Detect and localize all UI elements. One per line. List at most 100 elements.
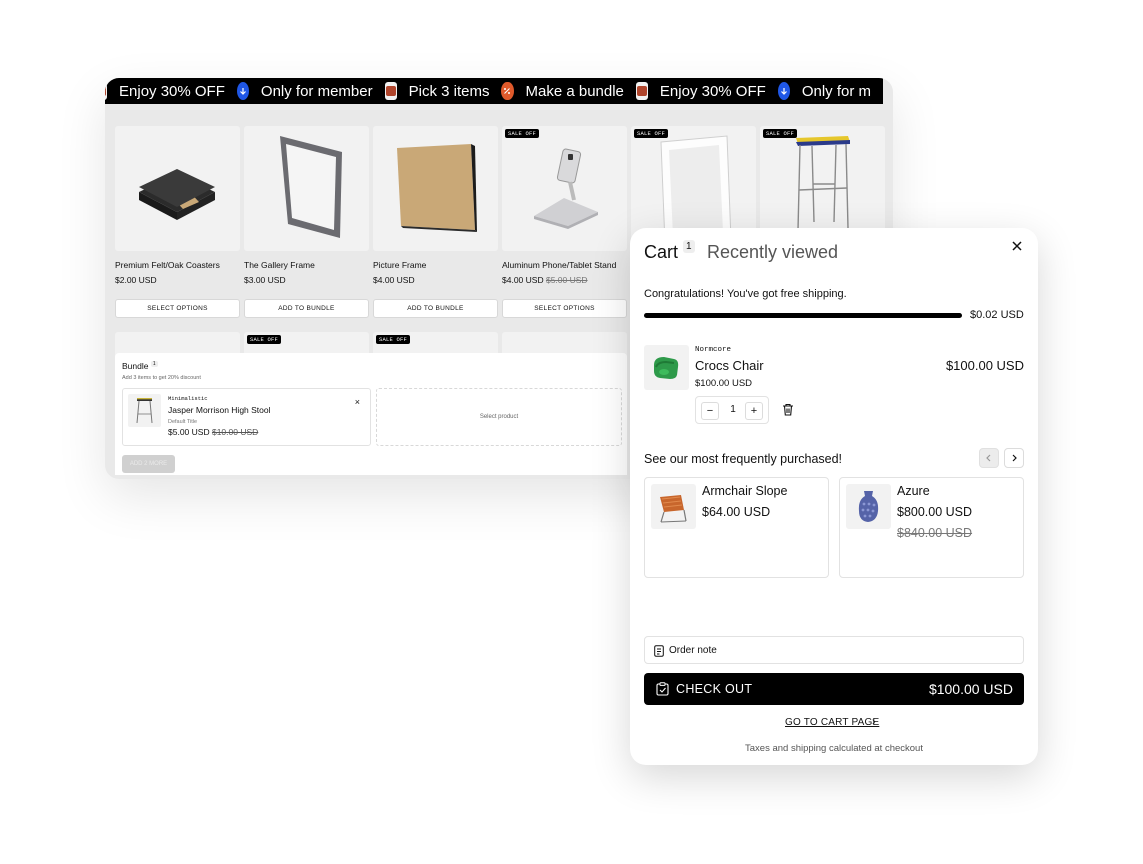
coasters-icon[interactable] [115, 126, 240, 251]
stage: Enjoy 30% OFF Only for member Pick 3 items… [0, 0, 1143, 864]
order-note-label: Order note [669, 645, 717, 656]
select-product-label: Select product [479, 414, 519, 420]
gallery-frame-icon[interactable] [244, 126, 369, 251]
product-action-button[interactable]: SELECT OPTIONS [115, 299, 240, 318]
checkout-label: CHECK OUT [676, 682, 753, 696]
product-thumb-icon [105, 82, 108, 100]
recommendation-price: $800.00 USD [897, 505, 973, 519]
bundle-item-brand: Minimalistic [168, 395, 208, 402]
clipboard-check-icon [656, 682, 669, 696]
quantity-stepper: − 1 + [695, 396, 769, 424]
product-sale-price: $2.00 USD [115, 275, 157, 285]
frequently-purchased-title: See our most frequently purchased! [644, 452, 843, 466]
bundle-subtitle: Add 3 items to get 20% discount [122, 375, 201, 381]
quantity-value[interactable]: 1 [729, 404, 737, 415]
go-to-cart-page-link[interactable]: GO TO CART PAGE [785, 717, 879, 728]
add-more-label: ADD 2 MORE [129, 461, 168, 467]
chevron-left-icon [986, 454, 991, 462]
product-card[interactable]: SALE OFF Aluminum Phone/Tablet Stand $4.00… [502, 126, 627, 318]
line-item-total: $100.00 USD [945, 358, 1024, 373]
line-item-unit-price: $100.00 USD [695, 378, 753, 389]
order-note-button[interactable]: Order note [644, 636, 1024, 664]
marquee-text: Only for m [801, 82, 871, 100]
trash-icon[interactable] [782, 403, 794, 416]
product-sale-price: $4.00 USD [502, 275, 544, 285]
azure-vase-image[interactable] [846, 484, 891, 529]
cart-drawer: Cart 1 Recently viewed Congratulations! … [630, 228, 1038, 765]
marquee-text: Enjoy 30% OFF [659, 82, 766, 100]
armchair-slope-image[interactable] [651, 484, 696, 529]
recommendation-card[interactable]: Azure $800.00 USD $840.00 USD [839, 477, 1024, 578]
recommendation-name[interactable]: Azure [897, 484, 930, 498]
tab-cart[interactable]: Cart [644, 242, 678, 263]
bundle-item-variant: Default Title [168, 419, 198, 425]
chevron-right-icon[interactable]: › [872, 716, 876, 728]
add-more-button[interactable]: ADD 2 MORE [122, 455, 175, 473]
product-action-button[interactable]: ADD TO BUNDLE [373, 299, 498, 318]
sale-badge: SALE OFF [247, 335, 282, 344]
marquee-text: Only for member [260, 82, 373, 100]
crocs-chair-image[interactable] [644, 345, 689, 390]
product-card[interactable]: The Gallery Frame $3.00 USD ADD TO BUNDLE [244, 126, 369, 318]
sale-badge: SALE OFF [505, 129, 540, 138]
tab-recently-viewed[interactable]: Recently viewed [707, 242, 838, 263]
line-item-name[interactable]: Crocs Chair [695, 358, 764, 373]
bundle-item: Minimalistic Jasper Morrison High Stool … [122, 388, 371, 446]
product-title[interactable]: Premium Felt/Oak Coasters [115, 260, 240, 270]
bundle-item-sale-price: $5.00 USD [168, 427, 210, 437]
product-compare-price: $5.00 USD [545, 275, 588, 285]
decrease-quantity-button[interactable]: − [701, 402, 719, 420]
marquee-text: Pick 3 items [408, 82, 490, 100]
increase-quantity-button[interactable]: + [745, 402, 763, 420]
sale-badge: SALE OFF [376, 335, 411, 344]
shipping-amount: $0.02 USD [970, 309, 1024, 321]
free-shipping-message: Congratulations! You've got free shippin… [644, 288, 847, 300]
product-price: $2.00 USD [115, 275, 240, 285]
cart-count-badge: 1 [683, 240, 695, 253]
arrow-down-icon [236, 82, 249, 100]
product-sale-price: $3.00 USD [244, 275, 286, 285]
product-card[interactable]: Premium Felt/Oak Coasters $2.00 USD SELECT… [115, 126, 240, 318]
stool-icon [128, 394, 161, 427]
product-card[interactable]: Picture Frame $4.00 USD ADD TO BUNDLE [373, 126, 498, 318]
note-icon [654, 645, 664, 657]
bundle-panel: Bundle 1 Add 3 items to get 20% discount… [115, 353, 627, 475]
product-price: $3.00 USD [244, 275, 369, 285]
recommendation-compare-price: $840.00 USD [897, 526, 973, 540]
announcement-marquee: Enjoy 30% OFF Only for member Pick 3 items… [105, 78, 883, 104]
picture-frame-icon[interactable] [373, 126, 498, 251]
product-title[interactable]: Aluminum Phone/Tablet Stand [502, 260, 627, 270]
phone-stand-icon[interactable]: SALE OFF [502, 126, 627, 251]
recommendation-price: $64.00 USD [702, 505, 771, 519]
bundle-item-compare-price: $10.00 USD [211, 427, 259, 437]
carousel-next-button[interactable] [1004, 448, 1024, 468]
marquee-text: Make a bundle [525, 82, 624, 100]
bundle-title: Bundle 1 [122, 361, 158, 371]
percent-icon [501, 82, 514, 100]
recommendation-name[interactable]: Armchair Slope [702, 484, 787, 498]
product-title[interactable]: The Gallery Frame [244, 260, 369, 270]
product-price: $4.00 USD $5.00 USD [502, 275, 627, 285]
bundle-count-badge: 1 [150, 361, 158, 368]
marquee-text: Enjoy 30% OFF [119, 82, 225, 100]
product-thumb-icon [384, 82, 397, 100]
arrow-down-icon [777, 82, 790, 100]
recommendation-card[interactable]: Armchair Slope $64.00 USD [644, 477, 829, 578]
checkout-button[interactable]: CHECK OUT $100.00 USD [644, 673, 1024, 705]
product-action-button[interactable]: ADD TO BUNDLE [244, 299, 369, 318]
product-price: $4.00 USD [373, 275, 498, 285]
chevron-right-icon [1012, 454, 1017, 462]
sale-badge: SALE OFF [634, 129, 669, 138]
free-shipping-progress-bar [644, 313, 962, 318]
bundle-item-name: Jasper Morrison High Stool [168, 405, 271, 415]
close-icon[interactable] [1010, 239, 1024, 253]
select-product-slot[interactable]: Select product [376, 388, 622, 446]
bundle-title-text: Bundle [122, 361, 149, 371]
line-item-brand: Normcore [695, 346, 732, 354]
product-action-button[interactable]: SELECT OPTIONS [502, 299, 627, 318]
product-title[interactable]: Picture Frame [373, 260, 498, 270]
product-sale-price: $4.00 USD [373, 275, 415, 285]
sale-badge: SALE OFF [763, 129, 798, 138]
remove-bundle-item-icon[interactable]: × [355, 397, 360, 407]
carousel-prev-button[interactable] [979, 448, 999, 468]
